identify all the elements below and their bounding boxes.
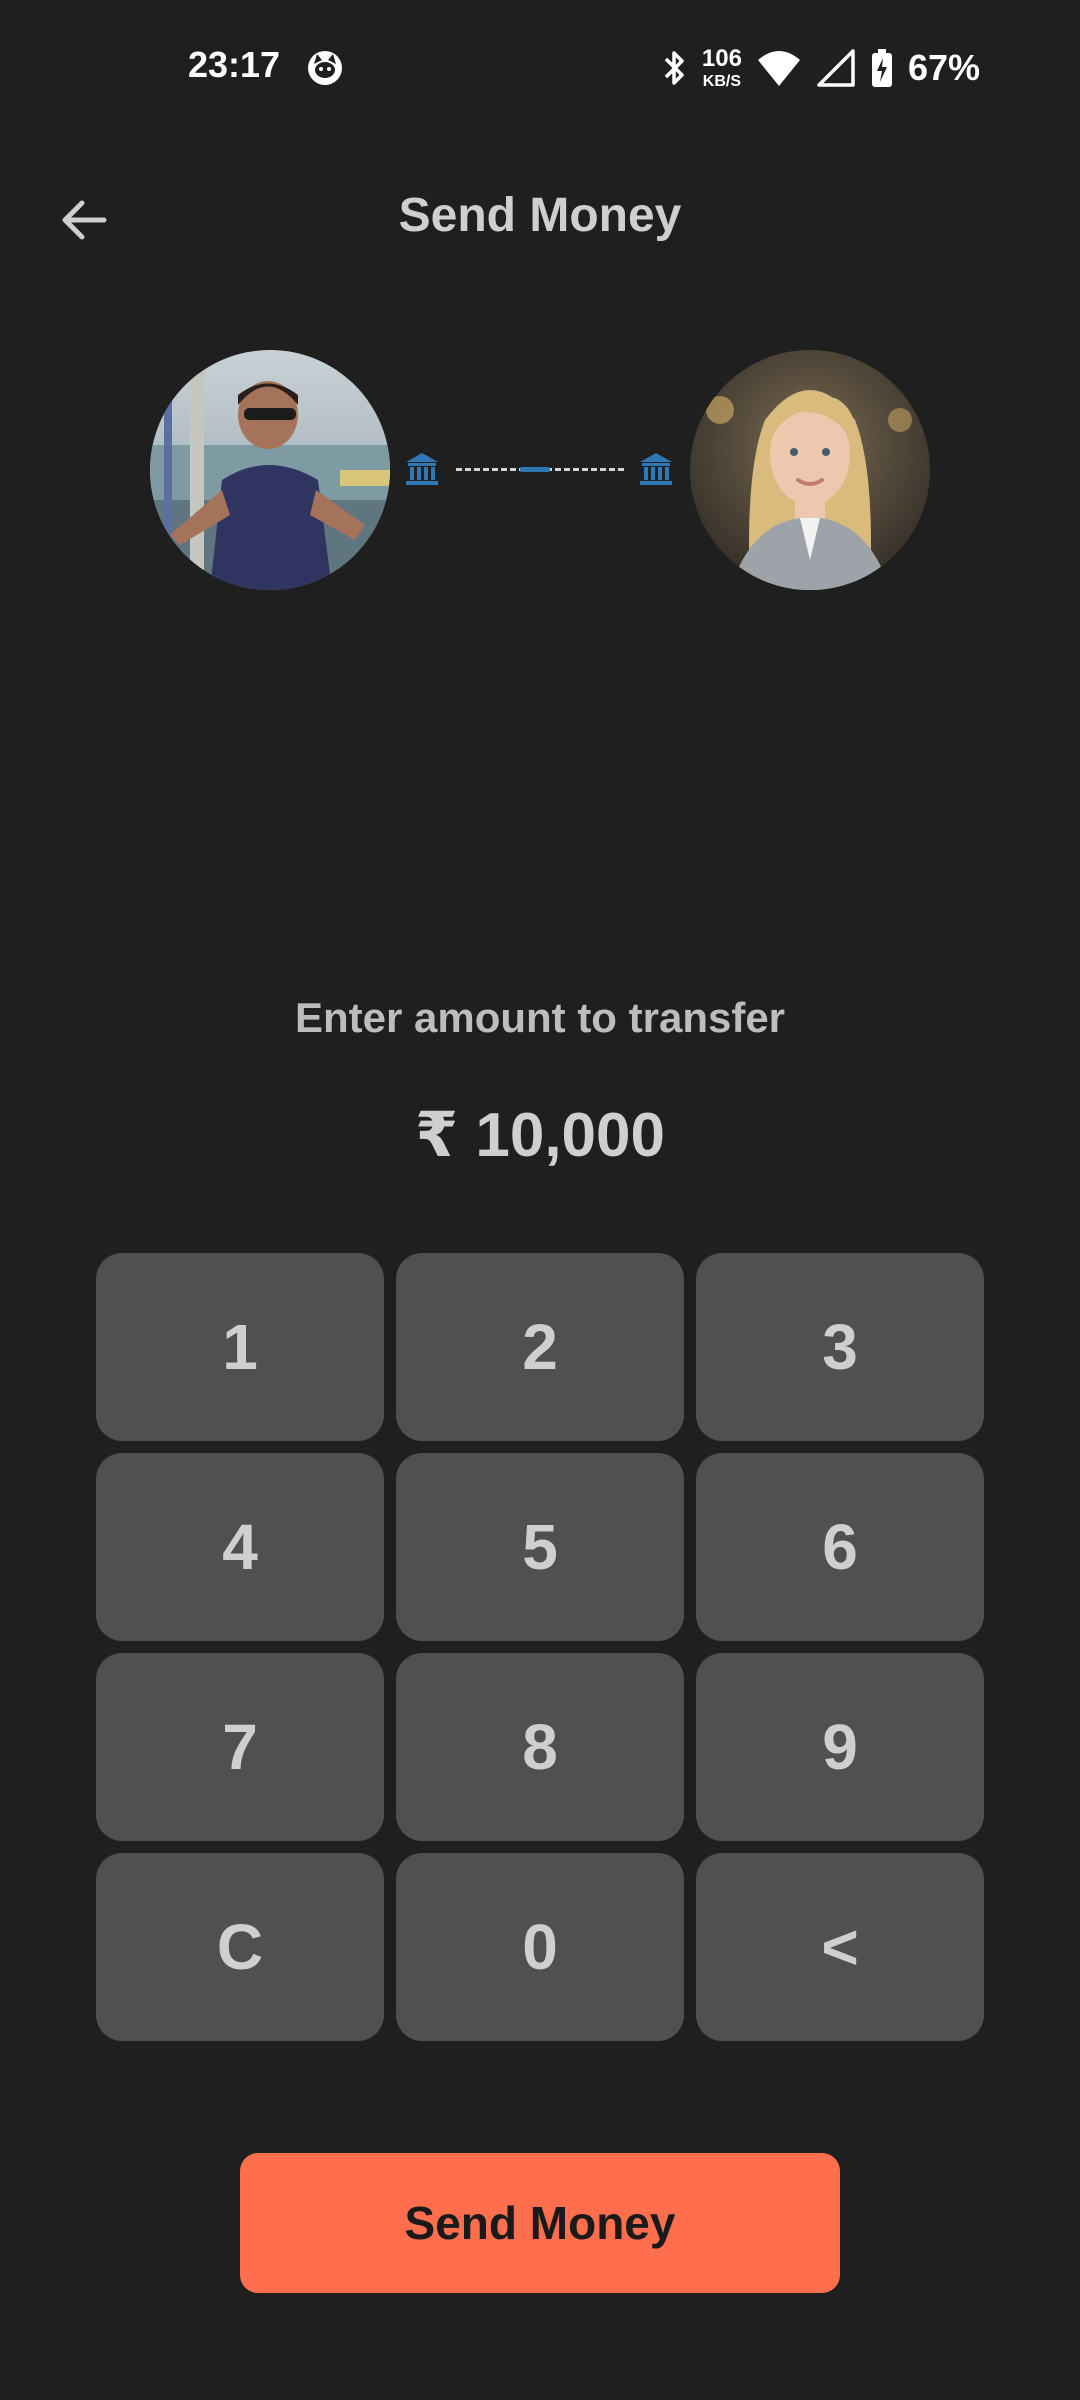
keypad-key-7[interactable]: 7 — [96, 1653, 384, 1841]
send-money-screen: 23:17 106 KB/S 67% Send Money Enter amou… — [0, 0, 1080, 2400]
bank-icon — [640, 453, 672, 485]
keypad-key-2[interactable]: 2 — [396, 1253, 684, 1441]
keypad-key-0[interactable]: 0 — [396, 1853, 684, 2041]
keypad-key-8[interactable]: 8 — [396, 1653, 684, 1841]
keypad-backspace-key[interactable]: < — [696, 1853, 984, 2041]
sender-photo — [150, 350, 390, 590]
network-speed-value: 106 — [701, 44, 742, 72]
battery-percentage: 67% — [907, 47, 980, 88]
keypad-key-1[interactable]: 1 — [96, 1253, 384, 1441]
bluetooth-icon — [664, 51, 684, 85]
sender-avatar — [150, 350, 390, 590]
battery-charging-icon — [871, 49, 892, 87]
page-title: Send Money — [398, 189, 682, 242]
cellular-signal-icon — [817, 49, 855, 87]
send-money-button[interactable]: Send Money — [240, 2153, 840, 2293]
transfer-progress-indicator — [520, 467, 550, 472]
network-speed: 106 KB/S — [701, 44, 742, 90]
status-bar: 23:17 106 KB/S 67% — [0, 0, 1080, 140]
status-time: 23:17 — [188, 44, 281, 85]
amount-display: ₹ 10,000 — [415, 1101, 665, 1170]
keypad-key-5[interactable]: 5 — [396, 1453, 684, 1641]
cat-notification-icon — [308, 51, 342, 85]
status-icons: 106 KB/S 67% — [660, 44, 980, 92]
recipient-photo — [690, 350, 930, 590]
keypad-clear-key[interactable]: C — [96, 1853, 384, 2041]
network-speed-unit: KB/S — [702, 72, 742, 90]
bank-icon — [406, 453, 438, 485]
keypad-key-3[interactable]: 3 — [696, 1253, 984, 1441]
keypad-key-4[interactable]: 4 — [96, 1453, 384, 1641]
amount-prompt: Enter amount to transfer — [294, 994, 786, 1041]
numeric-keypad: 1 2 3 4 5 6 7 8 9 C 0 < — [96, 1253, 984, 2041]
keypad-key-6[interactable]: 6 — [696, 1453, 984, 1641]
wifi-icon — [757, 51, 800, 86]
recipient-avatar — [690, 350, 930, 590]
keypad-key-9[interactable]: 9 — [696, 1653, 984, 1841]
